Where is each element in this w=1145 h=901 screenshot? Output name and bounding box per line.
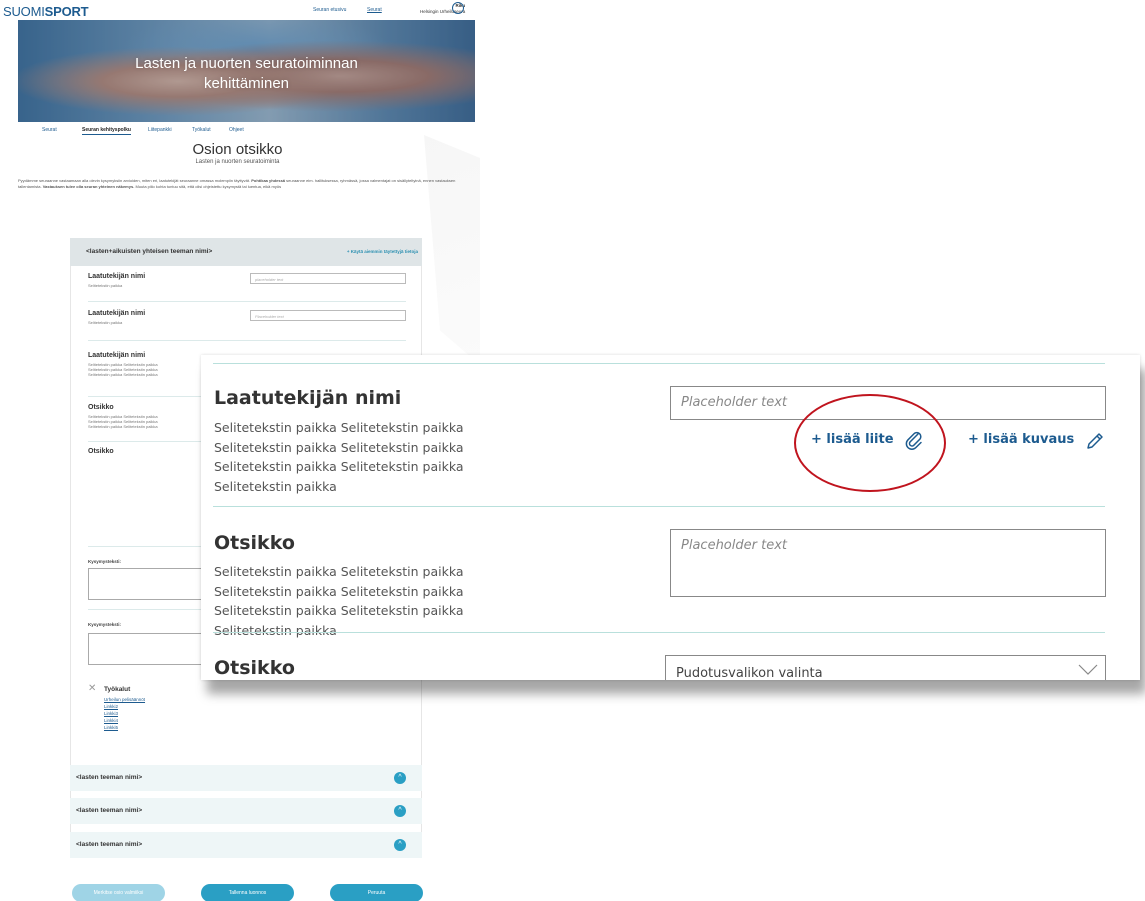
section-title: Osion otsikko [192,141,283,158]
pencil-icon[interactable] [1085,431,1105,451]
accordion-theme-1[interactable]: <lasten teeman nimi> ^ [70,765,422,791]
question-label-1: Kysymysteksti: [88,559,122,564]
bg-row-label: Laatutekijän nimi [88,273,146,280]
zoom-callout: Laatutekijän nimi Selitetekstin paikka S… [201,355,1140,680]
save-draft-button[interactable]: Tallenna luonnos [201,884,294,901]
use-previous-link[interactable]: + Käytä aiemmin täytettyjä tietoja [347,249,418,254]
section-intro: Pyydämme seuraanne vastaamaan alla olevi… [18,178,456,189]
top-bar: SUOMISPORT Seuran etusivu Seurat Riku He… [0,0,475,20]
bg-row-label: Laatutekijän nimi [88,352,146,359]
sub-navigation: Seurat Seuran kehityspolku Liitepankki T… [0,125,475,137]
divider [88,301,406,302]
bg-row-desc: Selitetekstin paikka Selitetekstin paikk… [88,414,158,429]
bg-row-desc: Selitetekstin paikka [88,283,123,288]
mark-ready-button[interactable]: Merkitse osio valmiiksi [72,884,165,901]
tool-link-4[interactable]: Linkki4 [104,718,118,723]
subnav-clubs[interactable]: Seurat [42,127,57,133]
zoom-heading-3-title: Otsikko [214,657,295,679]
question-label-2: Kysymysteksti: [88,622,122,627]
highlight-annotation-ellipse [794,394,946,492]
tool-link-3[interactable]: Linkki3 [104,711,118,716]
zoom-quality-factor-desc: Selitetekstin paikka Selitetekstin paikk… [214,420,464,494]
theme-header: <lasten+aikuisten yhteisen teeman nimi> … [70,238,422,266]
accordion-theme-3[interactable]: <lasten teeman nimi> ^ [70,832,422,858]
tool-link-2[interactable]: Linkki2 [104,704,118,709]
accordion-theme-2[interactable]: <lasten teeman nimi> ^ [70,798,422,824]
chevron-up-icon[interactable]: ^ [394,805,406,817]
zoom-heading-title: Otsikko [214,532,295,554]
bg-row-2: Laatutekijän nimi Selitetekstin paikka [88,310,178,325]
bg-row-label: Laatutekijän nimi [88,310,146,317]
bg-row-label: Otsikko [88,448,114,455]
tool-link-5[interactable]: Linkki5 [104,725,118,730]
user-avatar-icon[interactable] [452,2,464,14]
section-subtitle: Lasten ja nuorten seuratoiminta [195,159,280,165]
bg-row-desc: Selitetekstin paikka [88,320,123,325]
divider [213,363,1105,364]
bg-input-2[interactable]: Placeholder text [250,310,406,321]
subnav-development-path[interactable]: Seuran kehityspolku [82,127,131,135]
bg-row-1: Laatutekijän nimi Selitetekstin paikka [88,273,178,288]
bg-row-3: Laatutekijän nimi Selitetekstin paikka S… [88,352,178,377]
chevron-up-icon[interactable]: ^ [394,839,406,851]
accordion-title: <lasten teeman nimi> [76,774,143,781]
logo[interactable]: SUOMISPORT [3,4,89,19]
accordion-title: <lasten teeman nimi> [76,841,143,848]
bg-row-4: Otsikko Selitetekstin paikka Selitetekst… [88,404,178,429]
chevron-down-icon[interactable] [1077,663,1099,677]
bg-row-5: Otsikko [88,448,114,455]
zoom-heading-textarea[interactable]: Placeholder text [670,529,1106,597]
hero-title-line2: kehittäminen [203,75,290,92]
dropdown-selected-value: Pudotusvalikon valinta [676,666,823,680]
divider [213,632,1105,633]
zoom-heading-desc: Selitetekstin paikka Selitetekstin paikk… [214,564,464,638]
subnav-attachment-bank[interactable]: Liitepankki [148,127,172,133]
accordion-title: <lasten teeman nimi> [76,807,143,814]
tool-link-1[interactable]: Urheilun pelisäännöt [104,697,145,702]
tools-icon: ✕ [88,683,97,694]
bg-input-1[interactable]: placeholder text [250,273,406,284]
subnav-tools[interactable]: Työkalut [192,127,211,133]
add-description-link[interactable]: + lisää kuvaus [968,432,1074,447]
cancel-button[interactable]: Peruuta [330,884,423,901]
subnav-help[interactable]: Ohjeet [229,127,244,133]
hero-banner: Lasten ja nuorten seuratoiminnan kehittä… [18,20,475,122]
chevron-up-icon[interactable]: ^ [394,772,406,784]
nav-club-home[interactable]: Seuran etusivu [313,7,346,13]
zoom-dropdown-select[interactable]: Pudotusvalikon valinta [665,655,1106,680]
theme-name: <lasten+aikuisten yhteisen teeman nimi> [86,248,213,255]
bg-row-label: Otsikko [88,404,114,411]
divider [88,340,406,341]
divider [213,506,1105,507]
hero-title: Lasten ja nuorten seuratoiminnan kehittä… [18,54,475,94]
hero-title-line1: Lasten ja nuorten seuratoiminnan [135,55,358,72]
zoom-quality-factor-title: Laatutekijän nimi [214,387,402,409]
bg-row-desc: Selitetekstin paikka Selitetekstin paikk… [88,362,158,377]
nav-clubs[interactable]: Seurat [367,7,382,13]
tools-heading: Työkalut [104,686,131,693]
